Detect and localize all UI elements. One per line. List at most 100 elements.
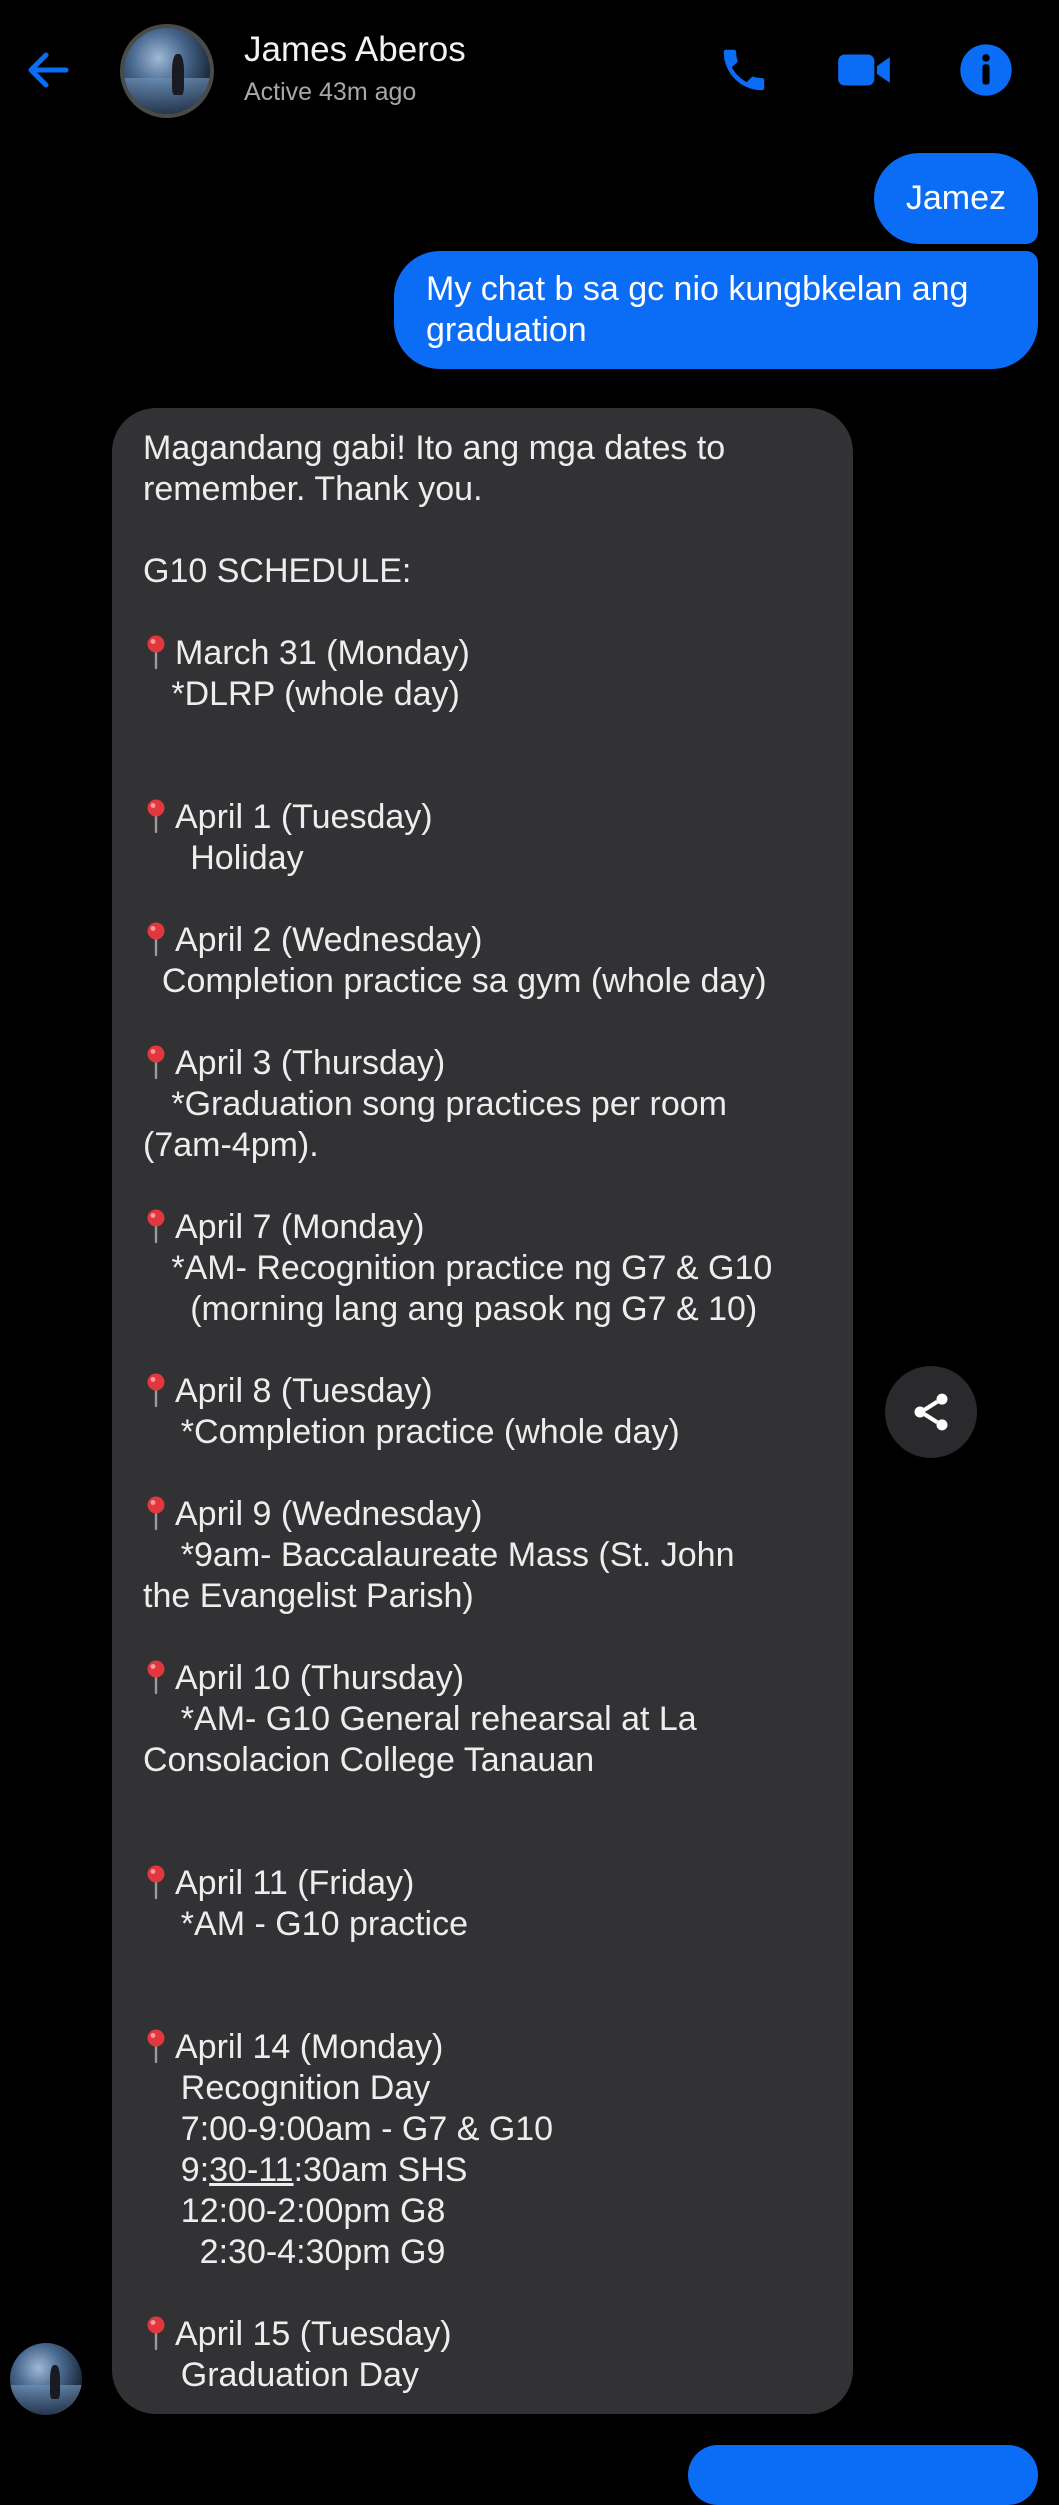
avatar-horizon [124, 77, 210, 114]
message-line [143, 756, 827, 797]
message-text: G10 SCHEDULE: [143, 552, 412, 590]
contact-name[interactable]: James Aberos [244, 30, 466, 70]
schedule-date-line: March 31 (Monday) [143, 633, 827, 674]
message-line: Recognition Day [143, 2068, 827, 2109]
message-text: *DLRP (whole day) [143, 675, 460, 713]
message-line: the Evangelist Parish) [143, 1576, 827, 1617]
pin-icon [147, 635, 165, 670]
message-line: (morning lang ang pasok ng G7 & 10) [143, 1289, 827, 1330]
sender-avatar[interactable] [10, 2343, 82, 2415]
phone-icon [723, 49, 765, 91]
message-text: March 31 (Monday) [175, 634, 470, 672]
message-text: 7:00-9:00am - G7 & G10 [143, 2110, 554, 2148]
message-text: Graduation Day [143, 2356, 419, 2394]
schedule-date-line: April 10 (Thursday) [143, 1658, 827, 1699]
pin-icon [147, 1660, 165, 1695]
message-text: April 7 (Monday) [175, 1208, 425, 1246]
message-line [143, 1617, 827, 1658]
message-text: :30am SHS [293, 2151, 468, 2189]
share-button[interactable] [885, 1366, 977, 1458]
info-button[interactable] [954, 38, 1018, 102]
message-text: graduation [426, 311, 587, 349]
message-line [143, 1945, 827, 1986]
back-button[interactable] [20, 42, 76, 98]
message-line: Holiday [143, 838, 827, 879]
message-line: *Graduation song practices per room [143, 1084, 827, 1125]
message-text: Magandang gabi! Ito ang mga dates to [143, 429, 726, 467]
message-line: 9:30-11:30am SHS [143, 2150, 827, 2191]
schedule-date-line: April 1 (Tuesday) [143, 797, 827, 838]
message-text: 2:30-4:30pm G9 [143, 2233, 446, 2271]
share-icon [914, 1393, 948, 1431]
message-line [143, 2273, 827, 2314]
avatar-figure [50, 2364, 61, 2400]
message-text: *Graduation song practices per room [143, 1085, 727, 1123]
message-text: April 1 (Tuesday) [175, 798, 433, 836]
message-text: (7am-4pm). [143, 1126, 319, 1164]
message-line [143, 1330, 827, 1371]
incoming-message[interactable]: Magandang gabi! Ito ang mga dates to reme… [112, 408, 853, 2414]
message-line [143, 1166, 827, 1207]
message-text: the Evangelist Parish) [143, 1577, 474, 1615]
message-line: *AM - G10 practice [143, 1904, 827, 1945]
pin-icon [147, 799, 165, 834]
voice-call-button[interactable] [712, 38, 776, 102]
info-icon [960, 44, 1012, 96]
message-line: remember. Thank you. [143, 469, 827, 510]
message-line: 7:00-9:00am - G7 & G10 [143, 2109, 827, 2150]
message-text: Holiday [143, 839, 304, 877]
message-line: *DLRP (whole day) [143, 674, 827, 715]
video-call-button[interactable] [832, 38, 896, 102]
active-status: Active 43m ago [244, 78, 417, 106]
message-text: 12:00-2:00pm G8 [143, 2192, 446, 2230]
pin-icon [147, 1045, 165, 1080]
pin-icon [147, 1209, 165, 1244]
schedule-date-line: April 3 (Thursday) [143, 1043, 827, 1084]
message-line [143, 1453, 827, 1494]
avatar-horizon [10, 2384, 82, 2415]
schedule-date-line: April 9 (Wednesday) [143, 1494, 827, 1535]
message-line: 2:30-4:30pm G9 [143, 2232, 827, 2273]
message-line [143, 879, 827, 920]
message-line [143, 715, 827, 756]
back-arrow-icon [28, 52, 69, 88]
message-text: April 8 (Tuesday) [175, 1372, 433, 1410]
message-text: April 3 (Thursday) [175, 1044, 446, 1082]
schedule-date-line: April 11 (Friday) [143, 1863, 827, 1904]
pin-icon [147, 1496, 165, 1531]
message-line: *AM- Recognition practice ng G7 & G10 [143, 1248, 827, 1289]
message-text: April 2 (Wednesday) [175, 921, 483, 959]
avatar-figure [172, 53, 185, 96]
outgoing-message[interactable]: Jamez [873, 153, 1038, 244]
pin-icon [147, 2029, 165, 2064]
message-line: *AM- G10 General rehearsal at La [143, 1699, 827, 1740]
chat-header: James Aberos Active 43m ago [0, 0, 1059, 140]
message-text: *AM - G10 practice [143, 1905, 468, 1943]
pin-icon [147, 2316, 165, 2351]
message-line: Magandang gabi! Ito ang mga dates to [143, 428, 827, 469]
message-text: (morning lang ang pasok ng G7 & 10) [143, 1290, 758, 1328]
message-text: *AM- G10 General rehearsal at La [143, 1700, 697, 1738]
message-line [143, 592, 827, 633]
pin-icon [147, 922, 165, 957]
outgoing-message[interactable]: My chat b sa gc nio kungbkelan ang gradu… [394, 251, 1038, 369]
outgoing-message-partial[interactable] [688, 2445, 1038, 2505]
underlined-text: 30-11 [209, 2151, 294, 2189]
message-text: Completion practice sa gym (whole day) [143, 962, 767, 1000]
schedule-date-line: April 2 (Wednesday) [143, 920, 827, 961]
message-text: April 9 (Wednesday) [175, 1495, 483, 1533]
message-text: My chat b sa gc nio kungbkelan ang [426, 270, 969, 308]
message-text: Consolacion College Tanauan [143, 1741, 595, 1779]
message-text: *9am- Baccalaureate Mass (St. John [143, 1536, 735, 1574]
message-line [143, 1822, 827, 1863]
message-text: Recognition Day [143, 2069, 431, 2107]
message-text: April 14 (Monday) [175, 2028, 444, 2066]
schedule-date-line: April 8 (Tuesday) [143, 1371, 827, 1412]
message-line: Consolacion College Tanauan [143, 1740, 827, 1781]
contact-avatar[interactable] [120, 24, 214, 118]
message-line: Graduation Day [143, 2355, 827, 2396]
schedule-date-line: April 15 (Tuesday) [143, 2314, 827, 2355]
message-text: Jamez [905, 179, 1006, 217]
message-text: April 15 (Tuesday) [175, 2315, 452, 2353]
pin-icon [147, 1373, 165, 1408]
